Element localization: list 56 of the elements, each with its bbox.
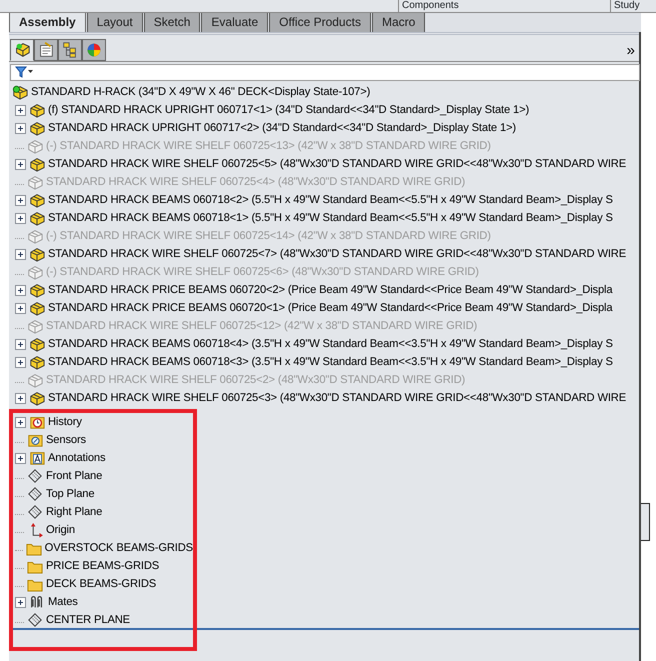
- tree-item-label[interactable]: History: [48, 414, 82, 430]
- expand-toggle[interactable]: [15, 416, 26, 428]
- overflow-button[interactable]: »: [626, 41, 635, 61]
- feature-tree-tab[interactable]: [10, 39, 34, 61]
- ribbon-tab[interactable]: Layout: [86, 12, 143, 32]
- expand-toggle[interactable]: [15, 302, 26, 314]
- tree-item-label[interactable]: STANDARD H-RACK (34"D X 49"W X 46" DECK<Display State-107>): [31, 84, 370, 100]
- expand-toggle[interactable]: [15, 284, 26, 296]
- ribbon-tab[interactable]: Office Products: [269, 12, 371, 32]
- configuration-manager-tab[interactable]: [58, 39, 82, 61]
- tree-item-label[interactable]: STANDARD HRACK BEAMS 060718<2> (5.5"H x 49"W Standard Beam<<5.5"H x 49"W Standard Beam>_Display S: [48, 192, 613, 208]
- tree-item-label[interactable]: PRICE BEAMS-GRIDS: [46, 558, 160, 574]
- tree-item-label[interactable]: Annotations: [48, 450, 106, 466]
- property-manager-tab[interactable]: [34, 39, 58, 61]
- tree-item-label[interactable]: STANDARD HRACK PRICE BEAMS 060720<2> (Price Beam 49"W Standard<<Price Beam 49"W Standard>_Displa: [48, 282, 612, 298]
- tree-item-label[interactable]: CENTER PLANE: [46, 612, 130, 628]
- tree-item-label[interactable]: Origin: [46, 522, 75, 538]
- assembly-icon: [13, 41, 31, 59]
- tree-item-label[interactable]: STANDARD HRACK PRICE BEAMS 060720<1> (Price Beam 49"W Standard<<Price Beam 49"W Standard>_Displa: [48, 300, 612, 316]
- expand-toggle[interactable]: [15, 212, 26, 224]
- expand-toggle[interactable]: [15, 392, 26, 404]
- expand-toggle[interactable]: [15, 596, 26, 608]
- expand-toggle[interactable]: [15, 122, 26, 134]
- expand-toggle[interactable]: [15, 452, 26, 464]
- tree-item-label[interactable]: STANDARD HRACK WIRE SHELF 060725<7> (48"Wx30"D STANDARD WIRE GRID<<48"Wx30"D STANDARD WIRE: [48, 246, 626, 262]
- tree-item-label[interactable]: STANDARD HRACK BEAMS 060718<3> (3.5"H x 49"W Standard Beam<<3.5"H x 49"W Standard Beam>_Display S: [48, 354, 613, 370]
- appearance-tab[interactable]: [82, 39, 106, 61]
- tree-item-label[interactable]: Top Plane: [46, 486, 94, 502]
- ribbon-tab[interactable]: Evaluate: [201, 12, 268, 32]
- tree-item-label[interactable]: (f) STANDARD HRACK UPRIGHT 060717<1> (34"D Standard<<34"D Standard>_Display State 1>): [48, 102, 530, 118]
- ribbon-tab[interactable]: Assembly: [9, 12, 86, 32]
- hierarchy-icon: [61, 41, 79, 59]
- clipboard-icon: [37, 41, 55, 59]
- toolbar-label[interactable]: Study: [610, 0, 640, 12]
- expand-toggle[interactable]: [15, 338, 26, 350]
- expand-toggle[interactable]: [15, 356, 26, 368]
- tree-item-label[interactable]: STANDARD HRACK UPRIGHT 060717<2> (34"D Standard<<34"D Standard>_Display State 1>): [48, 120, 516, 136]
- tree-item-label[interactable]: Right Plane: [46, 504, 102, 520]
- tree-item-label[interactable]: Mates: [48, 594, 78, 610]
- tree-item-label[interactable]: STANDARD HRACK BEAMS 060718<1> (5.5"H x 49"W Standard Beam<<5.5"H x 49"W Standard Beam>_Display S: [48, 210, 613, 226]
- ribbon-tab[interactable]: Sketch: [144, 12, 200, 32]
- tree-item-label[interactable]: OVERSTOCK BEAMS-GRIDS: [44, 540, 193, 556]
- expand-toggle[interactable]: [15, 194, 26, 206]
- toolbar-label[interactable]: Components: [398, 0, 459, 12]
- collapse-handle[interactable]: [641, 503, 650, 541]
- tree-item-label[interactable]: STANDARD HRACK WIRE SHELF 060725<5> (48"Wx30"D STANDARD WIRE GRID<<48"Wx30"D STANDARD WIRE: [48, 156, 626, 172]
- expand-toggle[interactable]: [15, 104, 26, 116]
- tree-item-label[interactable]: Front Plane: [46, 468, 102, 484]
- color-ball-icon: [85, 41, 103, 59]
- expand-toggle[interactable]: [15, 158, 26, 170]
- tree-item-label[interactable]: DECK BEAMS-GRIDS: [46, 576, 156, 592]
- expand-toggle[interactable]: [15, 248, 26, 260]
- tree-item-label[interactable]: STANDARD HRACK WIRE SHELF 060725<3> (48"Wx30"D STANDARD WIRE GRID<<48"Wx30"D STANDARD WIRE: [48, 390, 626, 406]
- tree-item-label[interactable]: STANDARD HRACK BEAMS 060718<4> (3.5"H x 49"W Standard Beam<<3.5"H x 49"W Standard Beam>_Display S: [48, 336, 613, 352]
- tree-item-label[interactable]: Sensors: [46, 432, 86, 448]
- ribbon-tab[interactable]: Macro: [372, 12, 426, 32]
